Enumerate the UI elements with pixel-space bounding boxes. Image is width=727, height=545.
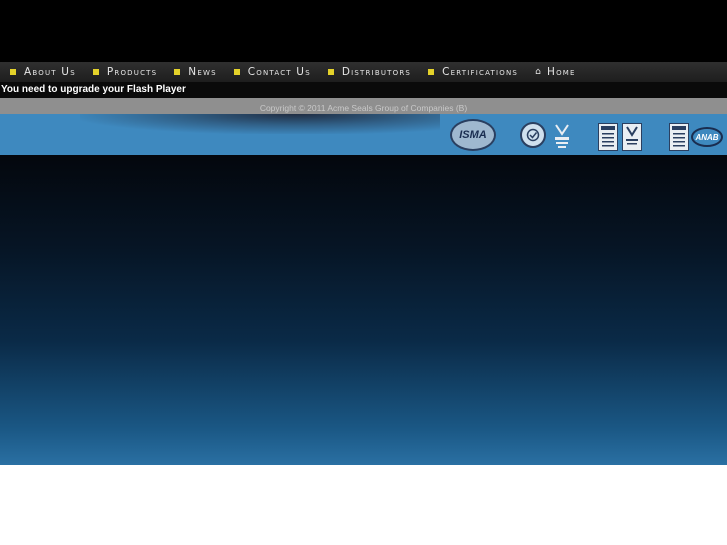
crown-check-icon	[555, 124, 569, 148]
nav-contact-us[interactable]: Contact Us	[233, 66, 311, 78]
nav-label: Home	[547, 66, 576, 78]
copyright-bar: Copyright © 2011 Acme Seals Group of Com…	[0, 98, 727, 114]
bullet-icon	[10, 69, 16, 75]
decorative-streak	[80, 114, 440, 134]
nav-label: Contact Us	[247, 66, 311, 78]
home-icon: ⌂	[535, 67, 542, 77]
nav-label: Distributors	[341, 66, 412, 78]
nav-label: News	[188, 66, 217, 78]
nav-label: Certifications	[442, 66, 519, 78]
nav-label: Products	[106, 66, 158, 78]
flash-upgrade-notice: You need to upgrade your Flash Player	[1, 84, 186, 95]
anab-logo: ANAB	[691, 127, 723, 147]
nav-news[interactable]: News	[174, 66, 216, 78]
flash-content-area	[0, 155, 727, 465]
certification-strip: ISMA ANAB	[0, 114, 727, 155]
nav-about-us[interactable]: About Us	[10, 66, 76, 78]
certification-seal-icon	[520, 122, 546, 148]
main-nav: About Us Products News Contact Us Distri…	[0, 62, 727, 82]
check-icon	[526, 128, 540, 142]
anab-logo-text: ANAB	[695, 132, 719, 142]
bullet-icon	[428, 69, 435, 75]
badge-lines-icon	[672, 126, 686, 147]
bullet-icon	[233, 69, 240, 75]
crown-check-icon	[626, 126, 638, 145]
bullet-icon	[92, 69, 99, 75]
header-banner	[0, 0, 727, 62]
nav-home[interactable]: ⌂ Home	[535, 66, 576, 78]
bullet-icon	[327, 69, 334, 75]
ukas-badge-icon	[622, 123, 642, 151]
nav-label: About Us	[24, 66, 76, 78]
nav-products[interactable]: Products	[92, 66, 158, 78]
badge-lines-icon	[601, 126, 615, 147]
ukas-crown-icon	[552, 122, 572, 150]
isma-logo-text: ISMA	[459, 129, 487, 141]
registered-firm-badge-icon	[669, 123, 689, 151]
bullet-icon	[174, 69, 181, 75]
registered-firm-badge-icon	[598, 123, 618, 151]
isma-logo: ISMA	[450, 119, 496, 151]
nav-certifications[interactable]: Certifications	[428, 66, 518, 78]
nav-distributors[interactable]: Distributors	[327, 66, 412, 78]
copyright-text: Copyright © 2011 Acme Seals Group of Com…	[259, 103, 468, 113]
